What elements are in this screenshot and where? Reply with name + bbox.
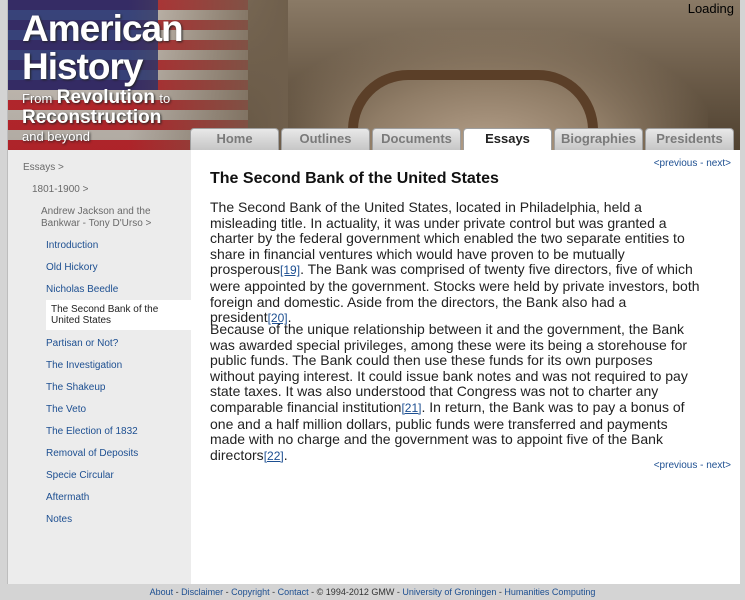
sidebar-item-partisan[interactable]: Partisan or Not?	[46, 338, 191, 349]
subtitle-from: From	[22, 91, 53, 106]
footer-contact-link[interactable]: Contact	[278, 587, 309, 597]
footer-copyright-link[interactable]: Copyright	[231, 587, 270, 597]
subtitle-beyond: and beyond	[22, 129, 90, 144]
footnote-link-21[interactable]: [21]	[401, 401, 421, 415]
footnote-link-19[interactable]: [19]	[280, 263, 300, 277]
sidebar-item-second-bank[interactable]: The Second Bank of the United States	[46, 300, 191, 330]
tab-home[interactable]: Home	[190, 128, 279, 150]
site-subtitle: From Revolution to Reconstruction and be…	[22, 88, 170, 146]
footer-university-link[interactable]: University of Groningen	[402, 587, 496, 597]
tab-documents[interactable]: Documents	[372, 128, 461, 150]
footnote-link-22[interactable]: [22]	[264, 449, 284, 463]
pager-separator: -	[697, 460, 707, 471]
main-nav-tabs: Home Outlines Documents Essays Biographi…	[190, 128, 734, 151]
article-title: The Second Bank of the United States	[210, 170, 499, 187]
article-paragraph-2: Because of the unique relationship betwe…	[210, 321, 700, 464]
paragraph-text: .	[283, 446, 288, 463]
site-title-line2: History	[22, 46, 143, 87]
sidebar-item-aftermath[interactable]: Aftermath	[46, 492, 191, 503]
subtitle-revolution: Revolution	[56, 87, 155, 108]
footer-about-link[interactable]: About	[150, 587, 174, 597]
footer-separator: -	[223, 587, 232, 597]
footer-humanities-link[interactable]: Humanities Computing	[504, 587, 595, 597]
next-link[interactable]: next>	[706, 460, 731, 471]
sidebar-item-specie-circular[interactable]: Specie Circular	[46, 470, 191, 481]
footer-copyright-text: © 1994-2012 GMW	[316, 587, 395, 597]
sidebar-item-veto[interactable]: The Veto	[46, 404, 191, 415]
sidebar: Essays > 1801-1900 > Andrew Jackson and …	[8, 150, 191, 584]
subtitle-to: to	[159, 91, 171, 106]
pager-separator: -	[697, 158, 707, 169]
subtitle-reconstruction: Reconstruction	[22, 107, 162, 128]
crumb-bankwar[interactable]: Andrew Jackson and the Bankwar - Tony D'…	[41, 206, 171, 230]
next-link[interactable]: next>	[706, 158, 731, 169]
banner-photo-desk	[348, 70, 598, 130]
tab-presidents[interactable]: Presidents	[645, 128, 734, 150]
tab-biographies[interactable]: Biographies	[554, 128, 643, 150]
pager-top: <previous - next>	[654, 158, 731, 169]
sidebar-item-notes[interactable]: Notes	[46, 514, 191, 525]
previous-link[interactable]: <previous	[654, 460, 698, 471]
site-title-line1: American	[22, 8, 184, 49]
sidebar-item-nicholas-beedle[interactable]: Nicholas Beedle	[46, 284, 191, 295]
sidebar-item-removal-deposits[interactable]: Removal of Deposits	[46, 448, 191, 459]
crumb-1801-1900[interactable]: 1801-1900 >	[32, 184, 88, 196]
article-paragraph-1: The Second Bank of the United States, lo…	[210, 199, 700, 327]
loading-status: Loading	[687, 1, 734, 16]
sidebar-item-shakeup[interactable]: The Shakeup	[46, 382, 191, 393]
tab-outlines[interactable]: Outlines	[281, 128, 370, 150]
tab-essays[interactable]: Essays	[463, 128, 552, 151]
page-frame: American History From Revolution to Reco…	[7, 0, 740, 584]
sidebar-item-introduction[interactable]: Introduction	[46, 240, 191, 251]
pager-bottom: <previous - next>	[654, 460, 731, 471]
previous-link[interactable]: <previous	[654, 158, 698, 169]
sidebar-item-investigation[interactable]: The Investigation	[46, 360, 191, 371]
footer-separator: -	[308, 587, 317, 597]
footer-disclaimer-link[interactable]: Disclaimer	[181, 587, 223, 597]
footer: About - Disclaimer - Copyright - Contact…	[0, 587, 745, 597]
footer-separator: -	[269, 587, 278, 597]
main-content: <previous - next> The Second Bank of the…	[191, 150, 740, 584]
crumb-essays[interactable]: Essays >	[23, 162, 64, 174]
sidebar-item-old-hickory[interactable]: Old Hickory	[46, 262, 191, 273]
sidebar-item-election-1832[interactable]: The Election of 1832	[46, 426, 191, 437]
footer-separator: -	[173, 587, 182, 597]
